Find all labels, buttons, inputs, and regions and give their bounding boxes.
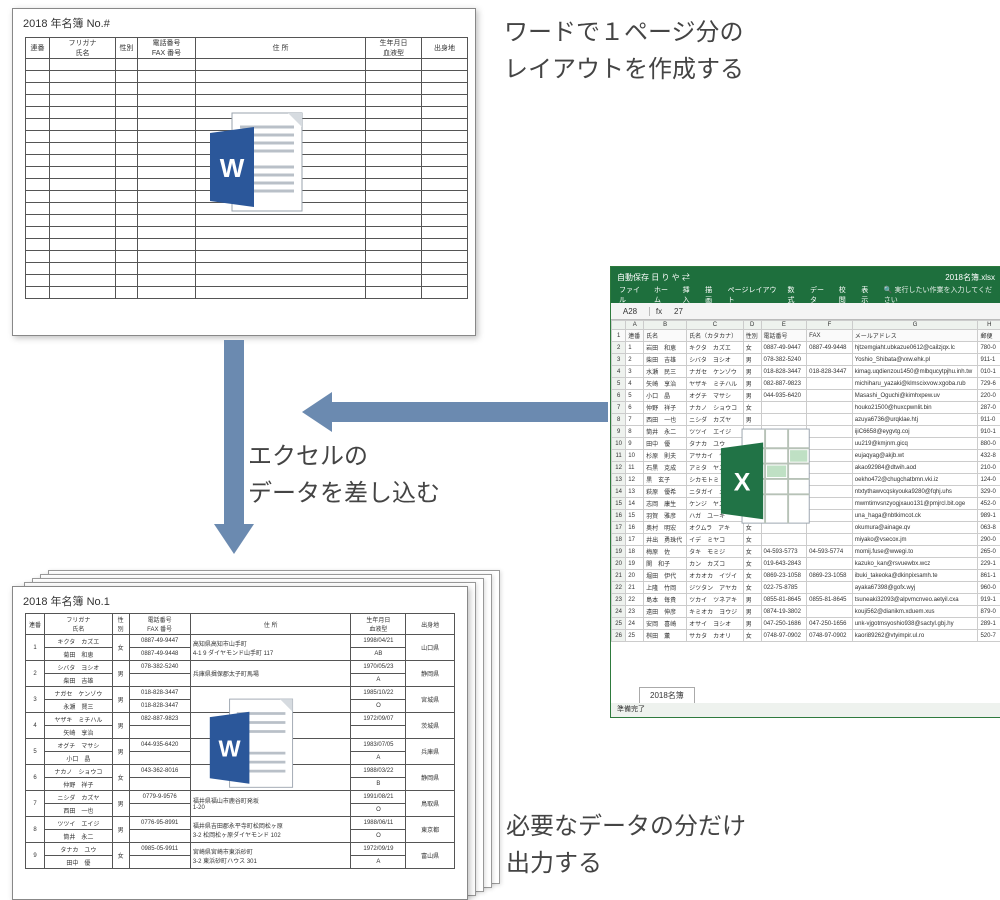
excel-titlebar: 自動保存 日 り や ⇄ 2018名簿.xlsx <box>611 267 1000 287</box>
excel-name-box[interactable]: A28 <box>611 307 650 316</box>
excel-ribbon-tab[interactable]: ページレイアウト <box>728 285 778 305</box>
excel-sheet-tab[interactable]: 2018名簿 <box>639 687 695 703</box>
word-template-title: 2018 年名簿 No.# <box>13 9 475 33</box>
excel-formula-value[interactable]: 27 <box>668 307 683 316</box>
excel-ribbon[interactable]: ファイルホーム挿入描画ページレイアウト数式データ校閲表示 🔍 実行したい作業を入力… <box>611 287 1000 303</box>
excel-ribbon-tab[interactable]: 表示 <box>861 285 874 305</box>
caption-word: ワードで１ページ分のレイアウトを作成する <box>504 14 744 88</box>
caption-output: 必要なデータの分だけ出力する <box>506 808 746 882</box>
word-filled-doc: 2018 年名簿 No.1 連番フリガナ氏名性別電話番号FAX 番号住 所生年月… <box>12 586 468 900</box>
svg-text:X: X <box>734 468 751 496</box>
word-template-doc: 2018 年名簿 No.# 連番フリガナ氏名性別電話番号FAX 番号住 所生年月… <box>12 8 476 336</box>
excel-ribbon-tab[interactable]: 挿入 <box>683 285 696 305</box>
excel-tell-me[interactable]: 🔍 実行したい作業を入力してください <box>884 285 993 305</box>
excel-ribbon-tab[interactable]: ホーム <box>654 285 673 305</box>
word-icon: W <box>208 695 298 800</box>
excel-formula-bar[interactable]: A28 fx 27 <box>611 303 1000 320</box>
fx-icon: fx <box>650 307 668 316</box>
excel-ribbon-tab[interactable]: 描画 <box>705 285 718 305</box>
excel-filename: 2018名簿.xlsx <box>945 272 995 283</box>
svg-text:W: W <box>219 736 242 762</box>
excel-status-bar: 準備完了 <box>611 703 1000 717</box>
excel-icon: X <box>719 425 815 533</box>
arrow-down <box>214 340 254 560</box>
svg-text:W: W <box>220 153 245 183</box>
caption-merge: エクセルのデータを差し込む <box>248 438 440 512</box>
arrow-left <box>302 392 608 432</box>
excel-ribbon-tab[interactable]: データ <box>810 285 829 305</box>
word-filled-title: 2018 年名簿 No.1 <box>13 587 467 611</box>
excel-window: 自動保存 日 り や ⇄ 2018名簿.xlsx ファイルホーム挿入描画ページレ… <box>610 266 1000 718</box>
excel-ribbon-tab[interactable]: 校閲 <box>839 285 852 305</box>
excel-ribbon-tab[interactable]: ファイル <box>619 285 644 305</box>
excel-ribbon-tab[interactable]: 数式 <box>788 285 801 305</box>
word-icon: W <box>208 109 308 224</box>
